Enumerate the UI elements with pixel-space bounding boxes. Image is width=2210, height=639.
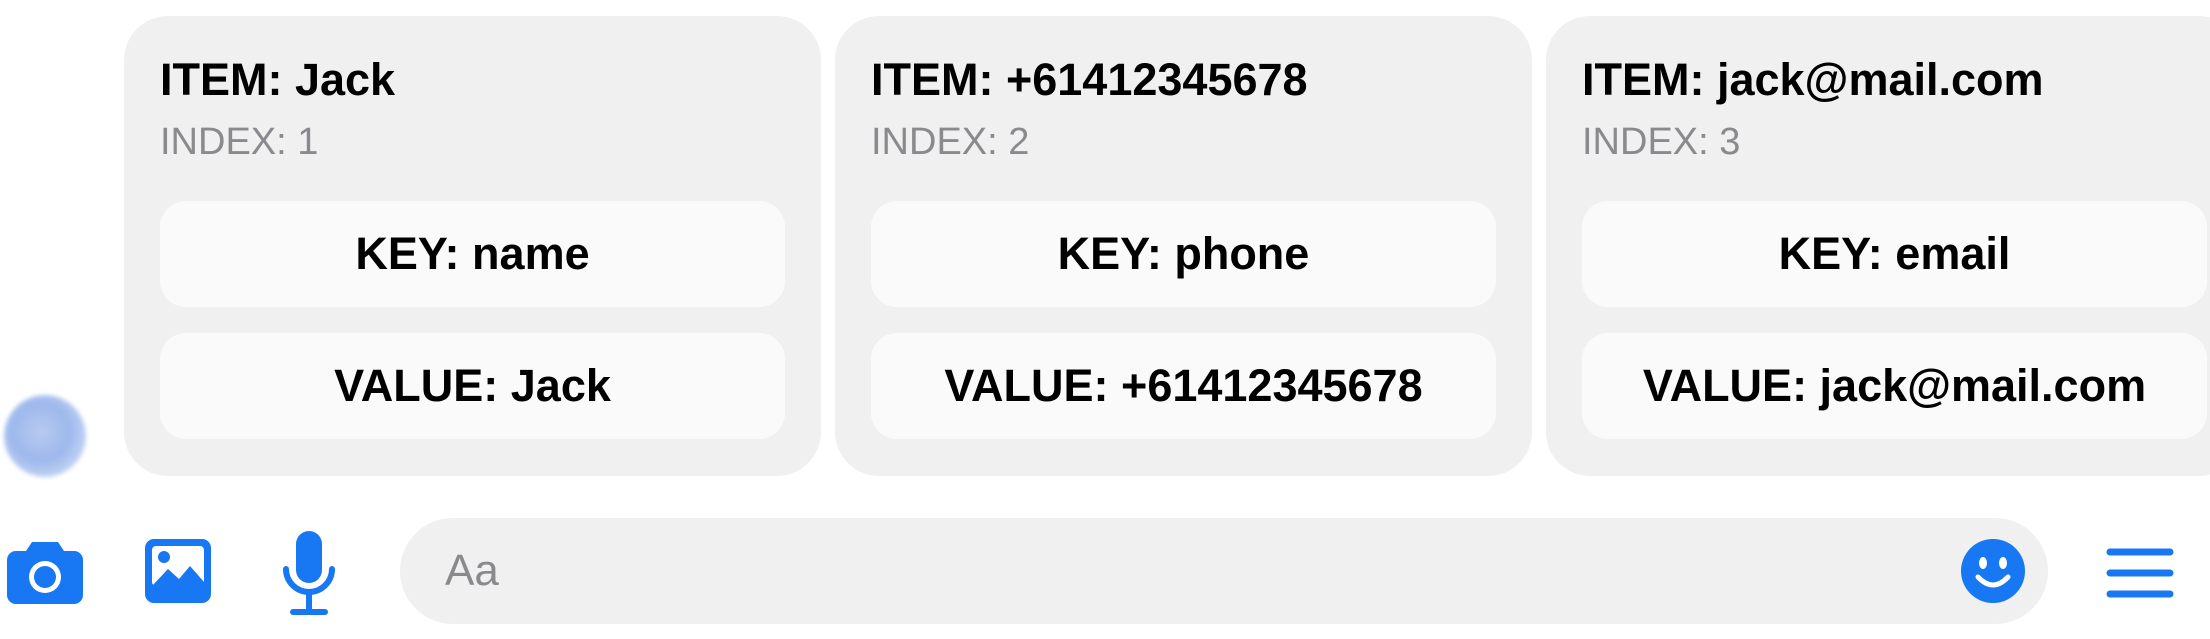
card-index-label: INDEX: 1 (160, 121, 319, 163)
card-index-label: INDEX: 2 (871, 121, 1030, 163)
card-item-2: ITEM: +61412345678 INDEX: 2 KEY: phone V… (835, 16, 1532, 476)
microphone-icon (283, 531, 335, 615)
card-item-3: ITEM: jack@mail.com INDEX: 3 KEY: email … (1546, 16, 2210, 476)
card-item-title: ITEM: +61412345678 (871, 54, 1308, 105)
message-composer (0, 515, 2210, 630)
card-item-1: ITEM: Jack INDEX: 1 KEY: name VALUE: Jac… (124, 16, 821, 476)
menu-button[interactable] (2106, 547, 2174, 599)
card-item-title: ITEM: Jack (160, 54, 396, 105)
voice-button[interactable] (280, 529, 338, 619)
card-index-label: INDEX: 3 (1582, 121, 1741, 163)
key-button[interactable]: KEY: email (1582, 201, 2207, 307)
camera-icon (7, 542, 83, 604)
message-input[interactable] (445, 518, 1925, 624)
value-button[interactable]: VALUE: +61412345678 (871, 333, 1496, 439)
sender-avatar (4, 395, 86, 477)
gallery-button[interactable] (144, 538, 212, 604)
value-button[interactable]: VALUE: jack@mail.com (1582, 333, 2207, 439)
key-button[interactable]: KEY: phone (871, 201, 1496, 307)
image-icon (145, 539, 211, 603)
emoji-icon (1961, 539, 2025, 603)
value-button[interactable]: VALUE: Jack (160, 333, 785, 439)
menu-icon (2106, 548, 2174, 598)
card-item-title: ITEM: jack@mail.com (1582, 54, 2044, 105)
camera-button[interactable] (6, 538, 84, 604)
message-input-container (400, 518, 2048, 624)
emoji-button[interactable] (1960, 538, 2026, 604)
key-button[interactable]: KEY: name (160, 201, 785, 307)
card-carousel[interactable]: ITEM: Jack INDEX: 1 KEY: name VALUE: Jac… (124, 16, 2210, 476)
